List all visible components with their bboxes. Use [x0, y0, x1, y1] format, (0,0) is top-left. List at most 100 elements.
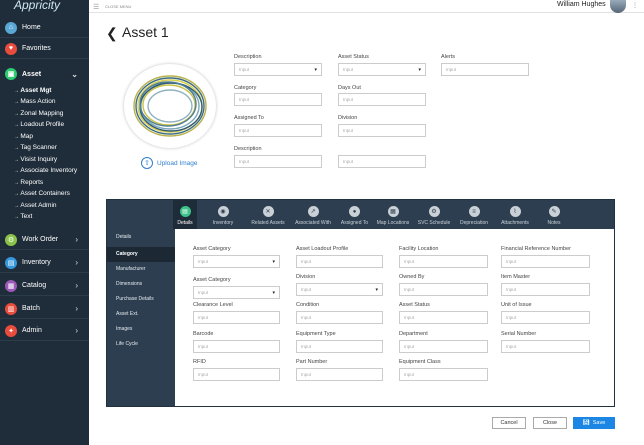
assigned-to-input[interactable]: Input: [234, 124, 322, 137]
alerts-input[interactable]: Input: [441, 63, 529, 76]
chevron-right-icon: ›: [75, 258, 78, 267]
back-arrow-icon[interactable]: ❮: [106, 25, 118, 42]
asset-category2-label: Asset Category: [193, 277, 231, 283]
section-nav-purchase-details[interactable]: Purchase Details: [107, 292, 175, 307]
upload-image-button[interactable]: ⇧ Upload Image: [141, 157, 197, 169]
close-menu-link[interactable]: CLOSE MENU: [105, 4, 131, 9]
section-nav: Details Category Manufacturer Dimensions…: [107, 229, 175, 406]
sidebar-sub-asset-mgt[interactable]: Asset Mgt: [14, 87, 51, 94]
asset-loadout-profile-input[interactable]: Input: [296, 255, 383, 268]
tab-associated-with[interactable]: ↗ Associated With: [292, 200, 334, 229]
sidebar-item-label: Batch: [22, 305, 40, 312]
sidebar-item-inventory[interactable]: ▤ Inventory ›: [0, 253, 89, 273]
inventory-icon: ▤: [5, 256, 17, 269]
tab-inventory[interactable]: ◉ Inventory: [209, 200, 237, 229]
tab-depreciation[interactable]: ≡ Depreciation: [457, 200, 491, 229]
dropdown-caret-icon: ▾: [375, 287, 378, 293]
sidebar-sub-map[interactable]: Map: [14, 133, 33, 140]
description-input[interactable]: Input ▾: [234, 63, 322, 76]
financial-reference-number-input[interactable]: Input: [501, 255, 590, 268]
sidebar-sub-mass-action[interactable]: Mass Action: [14, 98, 55, 105]
owned-by-input[interactable]: Input: [399, 283, 488, 296]
sidebar-item-label: Work Order: [22, 236, 59, 243]
section-nav-details[interactable]: Details: [107, 230, 175, 245]
extra-input[interactable]: Input: [338, 155, 426, 168]
chevron-right-icon: ›: [75, 235, 78, 244]
tab-assigned-to[interactable]: ● Assigned To: [338, 200, 371, 229]
tab-related-assets[interactable]: ✕ Related Assets: [248, 200, 288, 229]
equipment-type-input[interactable]: Input: [296, 340, 383, 353]
category-input[interactable]: Input: [234, 93, 322, 106]
section-nav-category[interactable]: Category: [107, 247, 175, 262]
sidebar-item-label: Asset: [22, 70, 42, 78]
inventory-icon: ◉: [217, 206, 229, 217]
condition-input[interactable]: Input: [296, 311, 383, 324]
rfid-input[interactable]: Input: [193, 368, 280, 381]
sidebar-item-home[interactable]: ⌂ Home: [0, 18, 89, 38]
sidebar-item-label: Admin: [22, 327, 42, 334]
financial-reference-number-label: Financial Reference Number: [501, 246, 572, 252]
save-button[interactable]: 💾︎ Save: [573, 417, 615, 429]
equipment-class-input[interactable]: Input: [399, 368, 488, 381]
division-select[interactable]: Input ▾: [296, 283, 383, 296]
sidebar-sub-tag-scanner[interactable]: Tag Scanner: [14, 144, 57, 151]
section-nav-images[interactable]: Images: [107, 322, 175, 337]
sidebar-item-favorites[interactable]: ♥ Favorites: [0, 39, 89, 59]
cancel-button[interactable]: Cancel: [492, 417, 526, 429]
sidebar-sub-loadout-profile[interactable]: Loadout Profile: [14, 121, 64, 128]
dropdown-caret-icon: ▾: [314, 67, 317, 73]
sidebar-sub-associate-inventory[interactable]: Associate Inventory: [14, 167, 77, 174]
sidebar-sub-asset-containers[interactable]: Asset Containers: [14, 190, 70, 197]
clearance-level-input[interactable]: Input: [193, 311, 280, 324]
section-nav-asset-ext[interactable]: Asset Ext.: [107, 307, 175, 322]
part-number-input[interactable]: Input: [296, 368, 383, 381]
sidebar-item-label: Home: [22, 24, 41, 31]
upload-icon: ⇧: [141, 157, 153, 169]
hamburger-menu-icon[interactable]: ☰: [93, 3, 99, 11]
item-master-label: Item Master: [501, 274, 531, 280]
description2-input[interactable]: Input: [234, 155, 322, 168]
sidebar-sub-visist-inquiry[interactable]: Visist Inquiry: [14, 156, 57, 163]
sidebar-item-admin[interactable]: ✦ Admin ›: [0, 321, 89, 341]
user-name[interactable]: William Hughes: [557, 1, 606, 8]
tab-details[interactable]: ▤ Details: [173, 200, 197, 229]
facility-location-input[interactable]: Input: [399, 255, 488, 268]
tab-attachments[interactable]: ⌇ Attachments: [498, 200, 532, 229]
sidebar-item-asset[interactable]: ▣ Asset ⌄: [0, 64, 89, 84]
serial-number-label: Serial Number: [501, 331, 537, 337]
unit-of-issue-label: Unit of Issue: [501, 302, 532, 308]
asset-status-select[interactable]: Input ▾: [338, 63, 426, 76]
section-nav-manufacturer[interactable]: Manufacturer: [107, 262, 175, 277]
sidebar-sub-text[interactable]: Text: [14, 213, 32, 220]
tab-svc-schedule[interactable]: ⚙ SVC Schedule: [414, 200, 454, 229]
asset-category-select[interactable]: Input ▾: [193, 255, 280, 268]
upload-image-label: Upload Image: [157, 159, 198, 167]
asset-category2-select[interactable]: Input ▾: [193, 286, 280, 299]
asset-status-input[interactable]: Input: [399, 311, 488, 324]
sidebar-sub-zonal-mapping[interactable]: Zonal Mapping: [14, 110, 63, 117]
close-button[interactable]: Close: [533, 417, 567, 429]
sidebar-sub-asset-admin[interactable]: Asset Admin: [14, 202, 56, 209]
days-out-input[interactable]: Input: [338, 93, 426, 106]
section-nav-dimensions[interactable]: Dimensions: [107, 277, 175, 292]
serial-number-input[interactable]: Input: [501, 340, 590, 353]
sidebar-sub-reports[interactable]: Reports: [14, 179, 43, 186]
sidebar-item-batch[interactable]: ▥ Batch ›: [0, 299, 89, 319]
kebab-menu-icon[interactable]: ⋮: [632, 2, 638, 9]
details-icon: ▤: [179, 206, 191, 217]
tab-notes[interactable]: ✎ Notes: [543, 200, 565, 229]
item-master-input[interactable]: Input: [501, 283, 590, 296]
sidebar-item-catalog[interactable]: ▦ Catalog ›: [0, 276, 89, 296]
unit-of-issue-input[interactable]: Input: [501, 311, 590, 324]
section-nav-life-cycle[interactable]: Life Cycle: [107, 337, 175, 352]
sidebar-item-work-order[interactable]: ⚙ Work Order ›: [0, 230, 89, 250]
part-number-label: Part Number: [296, 359, 328, 365]
chevron-down-icon: ⌄: [71, 69, 78, 79]
save-label: Save: [592, 420, 606, 426]
barcode-input[interactable]: Input: [193, 340, 280, 353]
condition-label: Condition: [296, 302, 320, 308]
tab-map-locations[interactable]: ▦ Map Locations: [374, 200, 412, 229]
home-icon: ⌂: [5, 21, 17, 34]
division-input[interactable]: Input: [338, 124, 426, 137]
department-input[interactable]: Input: [399, 340, 488, 353]
